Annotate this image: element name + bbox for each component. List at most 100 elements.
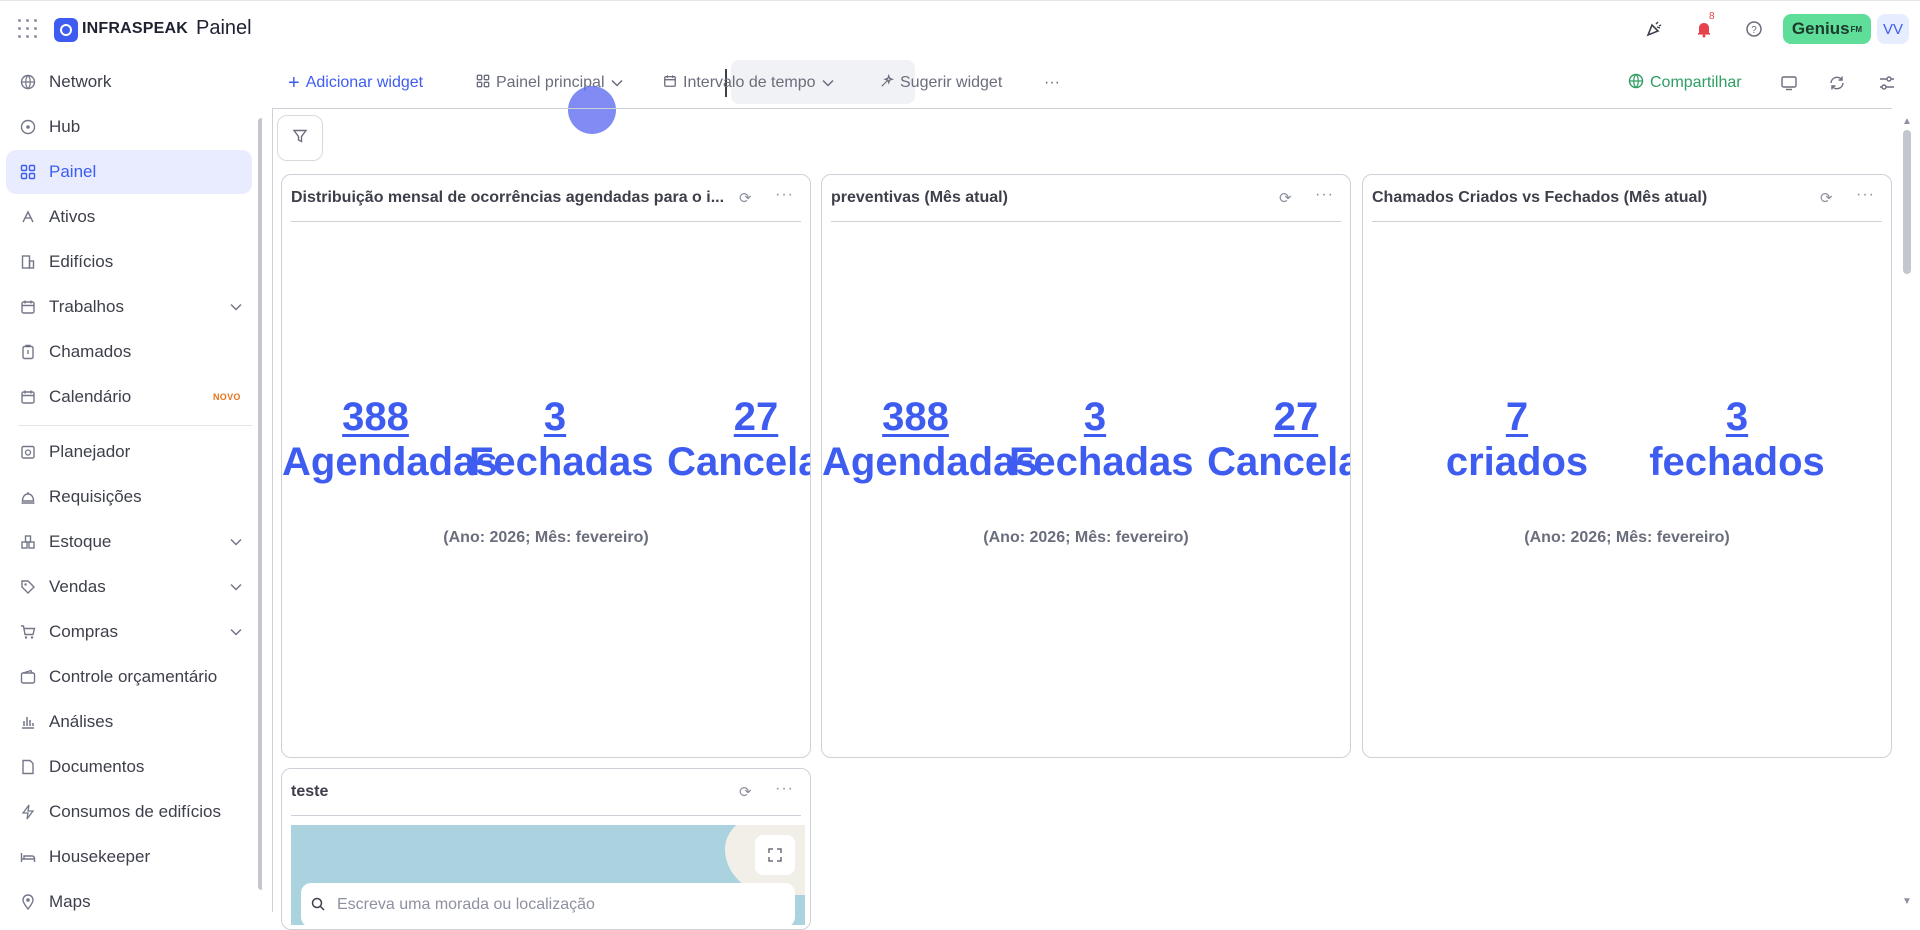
plus-icon: + <box>288 71 300 94</box>
bed-icon <box>19 848 37 866</box>
map-view[interactable]: Escreva uma morada ou localização <box>291 825 805 925</box>
stat-fechadas[interactable]: 3 Fechadas <box>469 395 654 485</box>
chevron-down-icon[interactable] <box>230 580 242 594</box>
sidebar-item-label: Ativos <box>49 207 96 226</box>
calendar-icon <box>663 74 677 93</box>
scroll-up-arrow[interactable]: ▲ <box>1902 116 1912 127</box>
widget-divider <box>831 221 1341 222</box>
stat-value: 3 <box>1083 395 1107 439</box>
stat-fechados[interactable]: 3 fechados <box>1647 395 1827 485</box>
filter-button[interactable] <box>277 115 323 161</box>
chevron-down-icon[interactable] <box>230 300 242 314</box>
dashboard-icon <box>19 163 37 181</box>
sidebar-item-calendario[interactable]: Calendário NOVO <box>6 375 252 419</box>
stat-label: fechados <box>1649 440 1825 484</box>
genius-button[interactable]: Genius FM <box>1783 14 1871 44</box>
add-widget-button[interactable]: + Adicionar widget <box>288 68 423 98</box>
sidebar-item-vendas[interactable]: Vendas <box>6 565 252 609</box>
announcement-icon[interactable] <box>1642 17 1666 41</box>
sidebar-item-analises[interactable]: Análises <box>6 700 252 744</box>
sidebar-item-requisicoes[interactable]: Requisições <box>6 475 252 519</box>
display-mode-icon[interactable] <box>1780 68 1798 98</box>
sidebar-scrollbar[interactable] <box>258 118 262 890</box>
sidebar-item-ativos[interactable]: Ativos <box>6 195 252 239</box>
widget-divider <box>1372 221 1882 222</box>
widget-more-button[interactable]: ··· <box>775 780 794 798</box>
sidebar-item-controle-orcamentario[interactable]: Controle orçamentário <box>6 655 252 699</box>
refresh-icon[interactable]: ⟳ <box>739 189 752 207</box>
stat-label: Cancelad <box>667 440 810 484</box>
scroll-down-arrow[interactable]: ▼ <box>1902 896 1912 907</box>
sidebar-item-consumos-de-edificios[interactable]: Consumos de edifícios <box>6 790 252 834</box>
clipboard-icon <box>19 343 37 361</box>
widget-chamados-criados-fechados: Chamados Criados vs Fechados (Mês atual)… <box>1362 174 1892 758</box>
sidebar-item-painel[interactable]: Painel <box>6 150 252 194</box>
widget-divider <box>291 815 801 816</box>
sidebar-item-hub[interactable]: Hub <box>6 105 252 149</box>
time-range-dropdown[interactable]: Intervalo de tempo <box>663 68 834 98</box>
tag-icon <box>19 578 37 596</box>
stat-label: Fechadas <box>1009 440 1194 484</box>
refresh-icon[interactable] <box>1828 68 1846 98</box>
sidebar-item-label: Requisições <box>49 487 142 506</box>
widget-divider <box>291 221 801 222</box>
sidebar-item-edificios[interactable]: Edifícios <box>6 240 252 284</box>
chevron-down-icon[interactable] <box>230 535 242 549</box>
stat-agendadas[interactable]: 388 Agendadas <box>282 395 498 485</box>
widget-more-button[interactable]: ··· <box>775 186 794 204</box>
main-scrollbar[interactable] <box>1903 130 1911 274</box>
calendar-icon <box>19 298 37 316</box>
sidebar-item-compras[interactable]: Compras <box>6 610 252 654</box>
expand-icon[interactable] <box>755 835 795 875</box>
share-label: Compartilhar <box>1650 74 1742 91</box>
globe-icon <box>19 73 37 91</box>
sidebar-item-label: Compras <box>49 622 118 641</box>
add-widget-label: Adicionar widget <box>305 74 424 91</box>
stat-value: 388 <box>882 395 949 439</box>
stat-value: 388 <box>342 395 409 439</box>
sidebar-item-label: Consumos de edifícios <box>49 802 221 821</box>
share-button[interactable]: Compartilhar <box>1628 68 1742 98</box>
stat-value: 27 <box>733 395 779 439</box>
refresh-icon[interactable]: ⟳ <box>1820 189 1833 207</box>
user-avatar[interactable]: VV <box>1877 14 1909 44</box>
apps-grid-icon[interactable] <box>18 19 38 39</box>
top-bar: INFRASPEAK Painel 8 ? Genius FM VV <box>0 0 1920 56</box>
sidebar-item-trabalhos[interactable]: Trabalhos <box>6 285 252 329</box>
refresh-icon[interactable]: ⟳ <box>739 783 752 801</box>
map-pin-icon <box>19 893 37 911</box>
sidebar-item-planejador[interactable]: Planejador <box>6 430 252 474</box>
help-icon[interactable]: ? <box>1742 17 1766 41</box>
sidebar-item-housekeeper[interactable]: Housekeeper <box>6 835 252 879</box>
suggest-widget-button[interactable]: Sugerir widget <box>880 68 1002 98</box>
stat-agendadas[interactable]: 388 Agendadas <box>822 395 1038 485</box>
sidebar-item-label: Vendas <box>49 577 106 596</box>
widget-preventivas: preventivas (Mês atual) ⟳ ··· 388 Agenda… <box>821 174 1351 758</box>
chevron-down-icon <box>822 74 834 92</box>
notification-count-badge: 8 <box>1709 11 1715 22</box>
sidebar-item-maps[interactable]: Maps <box>6 880 252 912</box>
stat-label: Cancelad <box>1207 440 1350 484</box>
refresh-icon[interactable]: ⟳ <box>1279 189 1292 207</box>
widget-more-button[interactable]: ··· <box>1856 186 1875 204</box>
infraspeak-logo-icon <box>54 18 78 42</box>
stat-canceladas[interactable]: 27 Cancelad <box>656 395 810 485</box>
more-options-button[interactable]: ··· <box>1044 68 1060 98</box>
stat-criados[interactable]: 7 criados <box>1427 395 1607 485</box>
stat-canceladas[interactable]: 27 Cancelad <box>1196 395 1350 485</box>
sidebar-item-network[interactable]: Network <box>6 60 252 104</box>
sidebar-item-estoque[interactable]: Estoque <box>6 520 252 564</box>
stat-value: 27 <box>1273 395 1319 439</box>
sidebar-item-label: Estoque <box>49 532 112 551</box>
sidebar-item-documentos[interactable]: Documentos <box>6 745 252 789</box>
sidebar-item-chamados[interactable]: Chamados <box>6 330 252 374</box>
stat-fechadas[interactable]: 3 Fechadas <box>1009 395 1194 485</box>
settings-sliders-icon[interactable] <box>1878 68 1896 98</box>
globe-icon <box>1628 73 1644 94</box>
genius-label: Genius <box>1791 19 1850 38</box>
widget-more-button[interactable]: ··· <box>1315 186 1334 204</box>
chevron-down-icon[interactable] <box>230 625 242 639</box>
grid-icon <box>476 74 490 93</box>
widget-title: teste <box>291 783 329 800</box>
map-search-input[interactable]: Escreva uma morada ou localização <box>301 883 795 925</box>
